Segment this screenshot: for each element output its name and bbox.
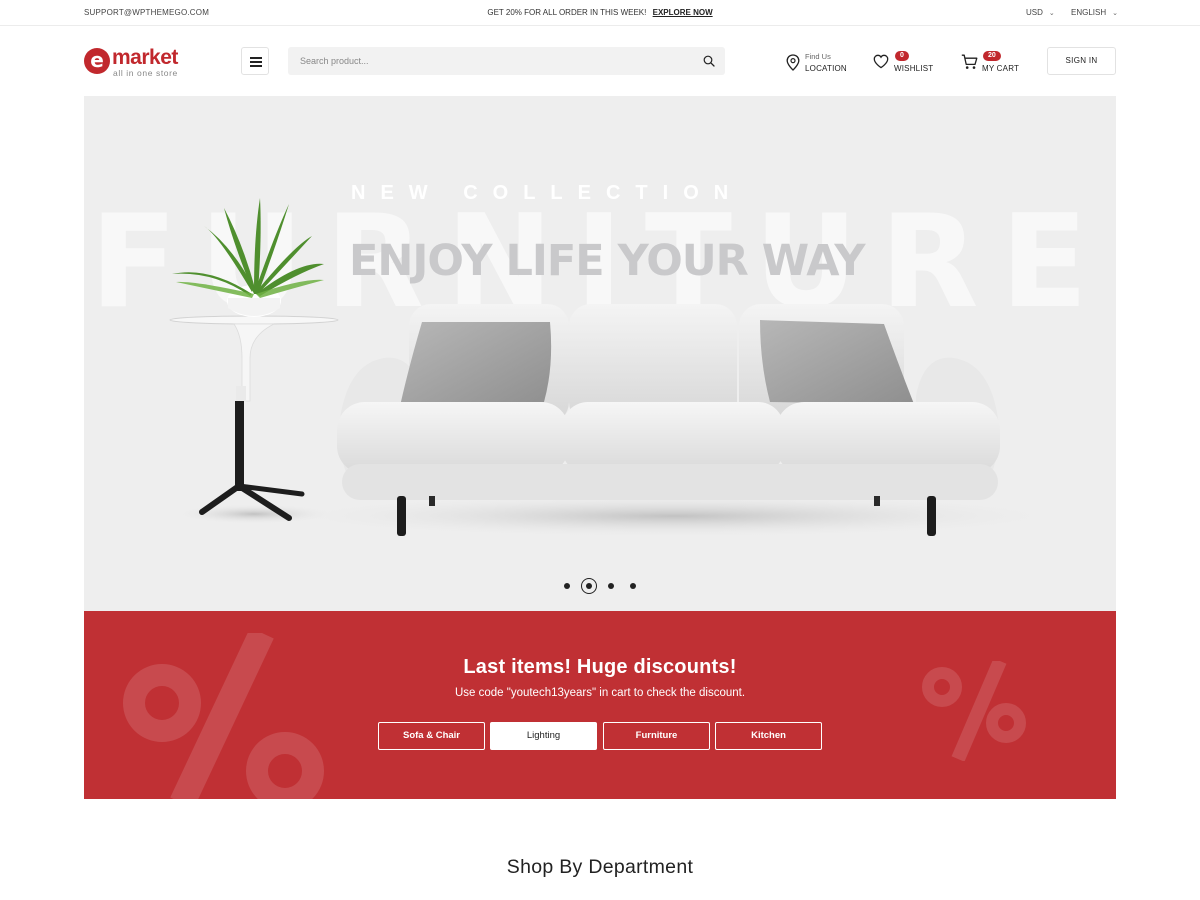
hero-slider: FURNITURE NEW COLLECTION ENJOY LIFE YOUR… bbox=[84, 96, 1116, 611]
wishlist-count-badge: 0 bbox=[895, 51, 909, 61]
map-pin-icon bbox=[786, 54, 800, 71]
logo-e-mark: e bbox=[84, 48, 110, 74]
search-input[interactable] bbox=[288, 47, 688, 75]
discount-banner: Last items! Huge discounts! Use code "yo… bbox=[84, 611, 1116, 799]
slider-dot-2-active[interactable] bbox=[581, 578, 597, 594]
logo-tagline: all in one store bbox=[113, 68, 178, 78]
location-label: LOCATION bbox=[805, 64, 847, 73]
hamburger-icon-bar bbox=[250, 65, 262, 67]
location-small-text: Find Us bbox=[805, 52, 831, 61]
hamburger-menu-button[interactable] bbox=[241, 47, 269, 75]
site-logo[interactable]: e market all in one store bbox=[84, 46, 194, 78]
slider-pagination bbox=[554, 578, 644, 594]
side-table bbox=[169, 315, 339, 521]
category-button-sofa-chair[interactable]: Sofa & Chair bbox=[378, 722, 485, 750]
slider-dot-4[interactable] bbox=[630, 583, 636, 589]
potted-plant bbox=[172, 198, 324, 317]
chevron-down-icon: ⌄ bbox=[1048, 10, 1055, 17]
category-button-kitchen[interactable]: Kitchen bbox=[715, 722, 822, 750]
category-button-furniture[interactable]: Furniture bbox=[603, 722, 710, 750]
explore-now-link[interactable]: EXPLORE NOW bbox=[653, 8, 713, 17]
search-bar bbox=[288, 47, 725, 75]
slider-dot-1[interactable] bbox=[564, 583, 570, 589]
search-icon[interactable] bbox=[703, 55, 715, 67]
discount-title: Last items! Huge discounts! bbox=[463, 656, 737, 678]
shop-by-department-heading: Shop By Department bbox=[506, 856, 694, 878]
shopping-cart-icon bbox=[961, 54, 978, 69]
sign-in-button[interactable]: SIGN IN bbox=[1047, 47, 1116, 75]
hamburger-icon bbox=[250, 57, 262, 59]
logo-wordmark: market bbox=[112, 46, 178, 69]
location-link[interactable]: Find Us LOCATION bbox=[786, 50, 856, 76]
currency-selector[interactable]: USD ⌄ bbox=[1026, 8, 1055, 17]
language-selector[interactable]: ENGLISH ⌄ bbox=[1071, 8, 1118, 17]
cart-link[interactable]: 20 MY CART bbox=[961, 50, 1023, 76]
wishlist-label: WISHLIST bbox=[894, 64, 934, 73]
language-value: ENGLISH bbox=[1071, 8, 1107, 17]
cart-label: MY CART bbox=[982, 64, 1020, 73]
currency-value: USD bbox=[1026, 8, 1043, 17]
slider-dot-3[interactable] bbox=[608, 583, 614, 589]
category-button-lighting[interactable]: Lighting bbox=[490, 722, 597, 750]
wishlist-link[interactable]: 0 WISHLIST bbox=[873, 50, 935, 76]
hero-furniture-image bbox=[169, 198, 1074, 538]
heart-icon bbox=[873, 54, 889, 69]
promo-message: GET 20% FOR ALL ORDER IN THIS WEEK! EXPL… bbox=[0, 8, 1200, 17]
top-bar: SUPPORT@WPTHEMEGO.COM GET 20% FOR ALL OR… bbox=[0, 0, 1200, 26]
hamburger-icon-bar bbox=[250, 61, 262, 63]
promo-text: GET 20% FOR ALL ORDER IN THIS WEEK! bbox=[487, 8, 647, 17]
chevron-down-icon: ⌄ bbox=[1112, 10, 1118, 17]
cart-count-badge: 20 bbox=[983, 51, 1001, 61]
discount-subtitle: Use code "youtech13years" in cart to che… bbox=[454, 687, 746, 699]
